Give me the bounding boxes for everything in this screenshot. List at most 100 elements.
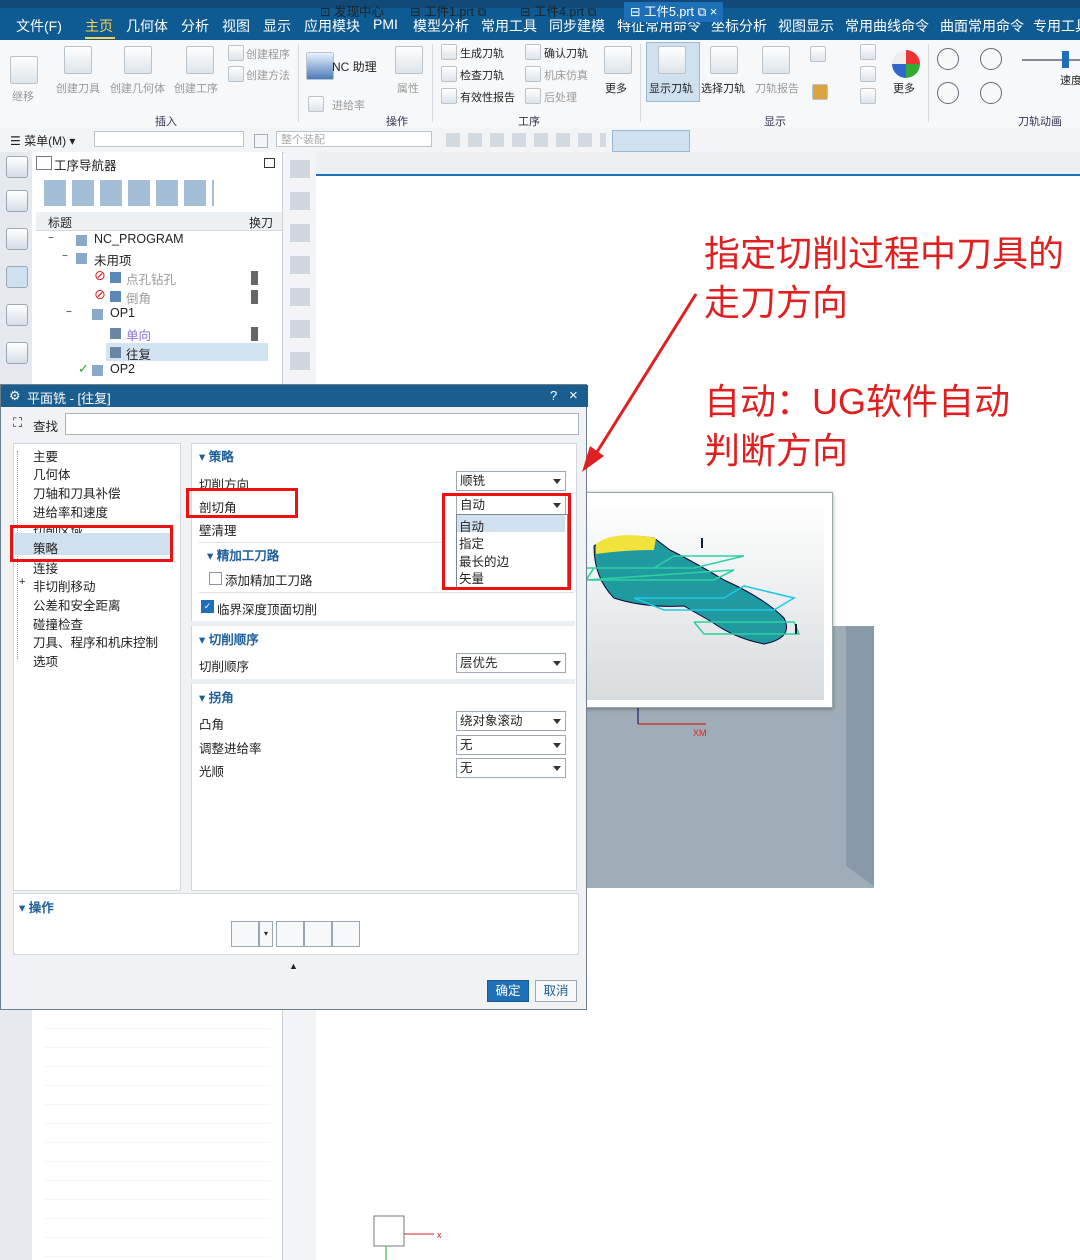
speed-slider-thumb[interactable] bbox=[1062, 51, 1069, 68]
operations-section-header[interactable]: ▾ 操作 bbox=[19, 897, 54, 916]
show-path-label[interactable]: 显示刀轨 bbox=[649, 80, 693, 96]
cut-order-select[interactable]: 层优先 bbox=[456, 653, 566, 673]
tab-home[interactable]: 主页 bbox=[85, 16, 113, 36]
speed-slider-track[interactable] bbox=[1022, 59, 1080, 61]
critical-depth-checkbox[interactable]: ✓ bbox=[201, 600, 214, 613]
forward-icon[interactable] bbox=[980, 82, 1002, 104]
tab-view[interactable]: 视图 bbox=[222, 16, 250, 36]
tab-analysis[interactable]: 分析 bbox=[181, 16, 209, 36]
create-operation-icon[interactable] bbox=[186, 46, 214, 74]
check-path-icon[interactable] bbox=[441, 66, 457, 82]
inherit-icon[interactable] bbox=[10, 56, 38, 84]
tab-display[interactable]: 显示 bbox=[263, 16, 291, 36]
nav-item-tolerance[interactable]: 公差和安全距离 bbox=[33, 595, 121, 614]
color-wheel-icon[interactable] bbox=[892, 50, 920, 78]
tab-part5[interactable]: ⊟ 工件5.prt ⧉ × bbox=[624, 2, 724, 22]
settings-icon[interactable] bbox=[6, 156, 28, 178]
filter-icon[interactable] bbox=[254, 134, 268, 148]
nc-assistant-label[interactable]: NC 助理 bbox=[332, 58, 377, 75]
tree-row-nc-program[interactable]: − NC_PROGRAM bbox=[48, 232, 288, 250]
post-process-icon[interactable] bbox=[525, 88, 541, 104]
down-arrow-icon[interactable] bbox=[860, 88, 876, 104]
show-path-icon[interactable] bbox=[658, 46, 686, 74]
validity-report-icon[interactable] bbox=[441, 88, 457, 104]
path-report-icon[interactable] bbox=[762, 46, 790, 74]
nav-item-options[interactable]: 选项 bbox=[33, 651, 58, 670]
tab-surface-cmds[interactable]: 曲面常用命令 bbox=[940, 16, 1024, 36]
rewind-icon[interactable] bbox=[937, 82, 959, 104]
list-button[interactable] bbox=[332, 921, 360, 947]
machine-nav-icon[interactable] bbox=[6, 304, 28, 326]
generate-path-icon[interactable] bbox=[441, 44, 457, 60]
add-finish-checkbox[interactable] bbox=[209, 572, 222, 585]
nav-item-geometry[interactable]: 几何体 bbox=[33, 464, 71, 483]
part-nav-icon[interactable] bbox=[6, 190, 28, 212]
ok-button[interactable]: 确定 bbox=[487, 980, 529, 1002]
confirm-path-icon[interactable] bbox=[525, 44, 541, 60]
up-arrow-icon[interactable] bbox=[860, 44, 876, 60]
create-program-icon[interactable] bbox=[228, 45, 244, 61]
create-method-label[interactable]: 创建方法 bbox=[246, 67, 290, 83]
select-path-label[interactable]: 选择刀轨 bbox=[701, 80, 745, 96]
menu-button[interactable]: ☰ 菜单(M) ▾ bbox=[10, 132, 75, 149]
feed-rate-label[interactable]: 进给率 bbox=[332, 97, 365, 113]
property-label[interactable]: 属性 bbox=[397, 80, 419, 96]
type-filter-combo[interactable] bbox=[94, 131, 244, 147]
tab-part1[interactable]: ⊟ 工件1.prt ⧉ bbox=[410, 2, 486, 22]
tab-discovery-center[interactable]: ⊡ 发现中心 bbox=[320, 2, 384, 22]
create-program-label[interactable]: 创建程序 bbox=[246, 46, 290, 62]
nav-item-main[interactable]: 主要 bbox=[33, 446, 58, 465]
snap-icons[interactable] bbox=[446, 133, 606, 147]
cut-direction-select[interactable]: 顺铣 bbox=[456, 471, 566, 491]
more-icon[interactable] bbox=[604, 46, 632, 74]
generate-dropdown[interactable]: ▾ bbox=[259, 921, 273, 947]
operation-nav-icon[interactable] bbox=[6, 266, 28, 288]
order-section-header[interactable]: ▾ 切削顺序 bbox=[199, 629, 259, 648]
strategy-section-header[interactable]: ▾ 策略 bbox=[199, 446, 234, 465]
nav-item-machine-ctrl[interactable]: 刀具、程序和机床控制 bbox=[33, 632, 158, 651]
create-operation-label[interactable]: 创建工序 bbox=[174, 80, 218, 96]
create-method-icon[interactable] bbox=[228, 66, 244, 82]
create-tool-label[interactable]: 创建刀具 bbox=[56, 80, 100, 96]
tool-display-icon[interactable] bbox=[810, 46, 826, 62]
play-icon[interactable] bbox=[980, 48, 1002, 70]
path-report-label[interactable]: 刀轨报告 bbox=[755, 80, 799, 96]
finish-section-header[interactable]: ▾ 精加工刀路 bbox=[207, 545, 279, 564]
nc-assistant-icon[interactable] bbox=[306, 52, 334, 80]
more-label[interactable]: 更多 bbox=[605, 80, 627, 96]
tab-geometry[interactable]: 几何体 bbox=[126, 16, 168, 36]
generate-button[interactable] bbox=[231, 921, 259, 947]
navigator-maximize-icon[interactable] bbox=[264, 158, 275, 168]
tree-row-op1[interactable]: − OP1 bbox=[66, 306, 306, 324]
assembly-filter-combo[interactable]: 整个装配 bbox=[276, 131, 432, 147]
dialog-titlebar[interactable]: ⚙ 平面铣 - [往复] ? × bbox=[1, 385, 588, 407]
machine-sim-label[interactable]: 机床仿真 bbox=[544, 67, 588, 83]
cancel-button[interactable]: 取消 bbox=[535, 980, 577, 1002]
property-icon[interactable] bbox=[395, 46, 423, 74]
create-geometry-icon[interactable] bbox=[124, 46, 152, 74]
feature-nav-icon[interactable] bbox=[6, 342, 28, 364]
tree-row-op2[interactable]: ✓ OP2 bbox=[78, 361, 318, 380]
help-button[interactable]: ? bbox=[550, 388, 557, 403]
generate-path-label[interactable]: 生成刀轨 bbox=[460, 45, 504, 61]
post-process-label[interactable]: 后处理 bbox=[544, 89, 577, 105]
check-path-label[interactable]: 检查刀轨 bbox=[460, 67, 504, 83]
tab-part4[interactable]: ⊟ 工件4.prt ⧉ bbox=[520, 2, 596, 22]
smooth-select[interactable]: 无 bbox=[456, 758, 566, 778]
view-tool-icons[interactable] bbox=[290, 160, 310, 390]
more2-label[interactable]: 更多 bbox=[893, 80, 915, 96]
tree-row-unused[interactable]: − 未用项 bbox=[62, 250, 302, 268]
nav-item-tool-axis[interactable]: 刀轴和刀具补偿 bbox=[33, 483, 121, 502]
feed-adjust-select[interactable]: 无 bbox=[456, 735, 566, 755]
navigator-view-icons[interactable] bbox=[44, 180, 214, 206]
tab-special-tools[interactable]: 专用工具 bbox=[1033, 16, 1080, 36]
step-back-icon[interactable] bbox=[937, 48, 959, 70]
tab-curve-cmds[interactable]: 常用曲线命令 bbox=[845, 16, 929, 36]
confirm-path-label[interactable]: 确认刀轨 bbox=[544, 45, 588, 61]
find-input[interactable] bbox=[65, 413, 579, 435]
collapse-icon[interactable]: ▲ bbox=[289, 961, 298, 971]
expand-icon[interactable]: + bbox=[19, 576, 25, 588]
wcs-toggle-group[interactable] bbox=[612, 130, 690, 152]
corner-section-header[interactable]: ▾ 拐角 bbox=[199, 687, 234, 706]
validity-report-label[interactable]: 有效性报告 bbox=[460, 89, 515, 105]
